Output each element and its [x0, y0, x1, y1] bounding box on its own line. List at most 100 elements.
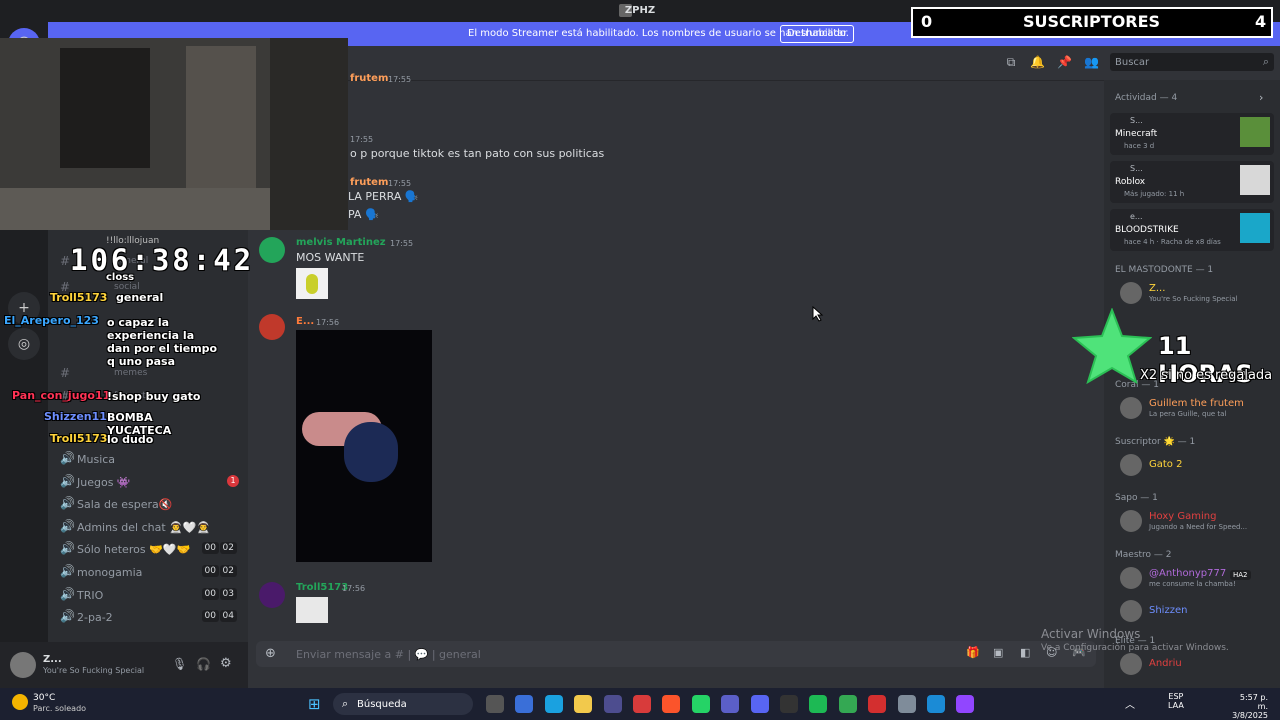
- activation-sub: Ve a Configuración para activar Windows.: [1041, 643, 1229, 653]
- spotify-icon[interactable]: [809, 695, 828, 713]
- gear-icon[interactable]: ⚙: [220, 656, 232, 671]
- member-name[interactable]: Z...: [1149, 283, 1165, 294]
- disable-streamer-button[interactable]: Deshabilitar: [780, 25, 855, 43]
- member-name[interactable]: Andriu: [1149, 658, 1182, 669]
- threads-icon[interactable]: ⧉: [1004, 55, 1018, 69]
- channel-item[interactable]: 🔊 Sólo heteros 🤝🤍🤝 00 02: [58, 539, 243, 559]
- channel-item[interactable]: 🔊 Musica: [58, 449, 243, 469]
- activity-card[interactable]: S... Minecraft hace 3 d: [1110, 113, 1274, 155]
- chevron-up-icon[interactable]: ︿: [1125, 696, 1135, 711]
- avatar[interactable]: [1120, 510, 1142, 532]
- activity-card[interactable]: S... Roblox Más jugado: 11 h: [1110, 161, 1274, 203]
- sticker-icon[interactable]: ◧: [1020, 646, 1030, 659]
- weather-icon[interactable]: [12, 694, 28, 710]
- opera-icon[interactable]: [633, 695, 651, 713]
- message-author[interactable]: Troll5173: [296, 582, 348, 593]
- edge-icon[interactable]: [544, 695, 563, 713]
- member-name[interactable]: Gato 2: [1149, 459, 1182, 470]
- search-input[interactable]: Buscar ⌕: [1110, 53, 1274, 71]
- tf-icon[interactable]: [868, 695, 887, 713]
- chrome-icon[interactable]: [838, 695, 857, 713]
- activity-card[interactable]: e... BLOODSTRIKE hace 4 h · Racha de x8 dí…: [1110, 209, 1274, 251]
- game-thumbnail: [1240, 117, 1270, 147]
- channel-item[interactable]: 🔊 Sala de espera🔇: [58, 494, 243, 514]
- channel-name: memes: [114, 368, 148, 378]
- discord-icon[interactable]: [750, 695, 769, 713]
- voice-count: 00: [201, 565, 219, 577]
- photos-icon[interactable]: [927, 695, 945, 713]
- channel-name: monogamia: [77, 566, 143, 579]
- terminal-icon[interactable]: [780, 695, 798, 713]
- avatar[interactable]: [1120, 397, 1142, 419]
- gif-icon[interactable]: ▣: [993, 646, 1003, 659]
- chevron-right-icon[interactable]: ›: [1259, 91, 1263, 104]
- message-composer[interactable]: ⊕ Enviar mensaje a # | 💬 | general 🎁 ▣ ◧…: [256, 641, 1096, 667]
- chat-message: !shop buy gato: [107, 390, 201, 403]
- channel-name: Musica: [77, 453, 116, 466]
- sticker-image[interactable]: [296, 268, 328, 299]
- avatar[interactable]: [1120, 282, 1142, 304]
- chat-username: Troll5173: [50, 291, 108, 304]
- avatar[interactable]: [1120, 653, 1142, 675]
- channel-item[interactable]: 🔊 monogamia 00 02: [58, 562, 243, 582]
- members-icon[interactable]: 👥: [1084, 55, 1099, 69]
- speaker-icon: 🔊: [60, 473, 75, 488]
- avatar[interactable]: [1120, 600, 1142, 622]
- voice-limit: 02: [219, 565, 237, 577]
- chat-message: o capaz la experiencia la dan por el tie…: [107, 316, 218, 368]
- taskbar-search[interactable]: ⌕ Búsqueda: [333, 693, 473, 715]
- pin-icon[interactable]: 📌: [1057, 55, 1072, 69]
- whatsapp-icon[interactable]: [691, 695, 710, 713]
- store-icon[interactable]: [603, 695, 622, 713]
- member-name[interactable]: Hoxy Gaming: [1149, 511, 1216, 522]
- language-indicator[interactable]: ESP LAA: [1168, 692, 1184, 710]
- teams-icon[interactable]: [721, 695, 740, 713]
- avatar[interactable]: [1120, 454, 1142, 476]
- headphones-icon[interactable]: 🎧: [196, 657, 211, 671]
- activity-game: BLOODSTRIKE: [1115, 225, 1179, 235]
- channel-item[interactable]: 🔊 Admins del chat 👨‍🚀🤍👨‍🚀: [58, 517, 243, 537]
- user-panel: Z... You're So Fucking Special 🎙 🎧 ⚙: [0, 642, 248, 688]
- message-author[interactable]: E...: [296, 316, 314, 327]
- search-placeholder: Buscar: [1115, 57, 1150, 68]
- member-status: me consume la chamba!: [1149, 580, 1236, 588]
- clock[interactable]: 5:57 p. m. 3/8/2025: [1232, 693, 1268, 720]
- file-explorer-icon[interactable]: [574, 695, 593, 713]
- member-name[interactable]: Shizzen: [1149, 605, 1187, 616]
- message-author[interactable]: frutem: [350, 177, 388, 188]
- composer-placeholder: Enviar mensaje a # | 💬 | general: [296, 648, 481, 661]
- activity-game: Minecraft: [1115, 129, 1158, 139]
- task-view-icon[interactable]: [486, 695, 504, 713]
- avatar[interactable]: [1120, 567, 1142, 589]
- game-thumbnail: [1240, 213, 1270, 243]
- message-author[interactable]: frutem: [350, 73, 388, 84]
- brave-icon[interactable]: [662, 695, 681, 713]
- message-author[interactable]: melvis Martinez: [296, 237, 386, 248]
- bell-icon[interactable]: 🔔: [1030, 55, 1045, 69]
- video-attachment[interactable]: [296, 330, 432, 562]
- user-name[interactable]: Z...: [43, 654, 62, 665]
- layout-code: LAA: [1168, 701, 1184, 710]
- channel-item[interactable]: 🔊 Juegos 👾 1: [58, 472, 243, 492]
- member-tag: HA2: [1230, 570, 1251, 580]
- channel-item[interactable]: 🔊 TRIO 00 03: [58, 585, 243, 605]
- image-attachment[interactable]: [296, 597, 328, 623]
- twitch-icon[interactable]: [956, 695, 975, 713]
- add-attachment-icon[interactable]: ⊕: [265, 646, 276, 661]
- settings-icon[interactable]: [897, 695, 916, 713]
- avatar[interactable]: [259, 237, 285, 263]
- gift-icon[interactable]: 🎁: [966, 646, 980, 659]
- member-name[interactable]: Guillem the frutem: [1149, 398, 1244, 409]
- copilot-icon[interactable]: [515, 695, 534, 713]
- chat-username: Troll5173: [50, 432, 108, 445]
- member-name[interactable]: @Anthonyp777: [1149, 568, 1226, 579]
- explore-icon[interactable]: ◎: [8, 328, 40, 360]
- activity-user: S...: [1130, 164, 1143, 173]
- avatar[interactable]: [10, 652, 36, 678]
- activity-game: Roblox: [1115, 177, 1146, 187]
- windows-start-icon[interactable]: ⊞: [308, 695, 324, 713]
- avatar[interactable]: [259, 314, 285, 340]
- channel-item[interactable]: 🔊 2-pa-2 00 04: [58, 607, 243, 627]
- microphone-icon[interactable]: 🎙: [172, 657, 187, 671]
- avatar[interactable]: [259, 582, 285, 608]
